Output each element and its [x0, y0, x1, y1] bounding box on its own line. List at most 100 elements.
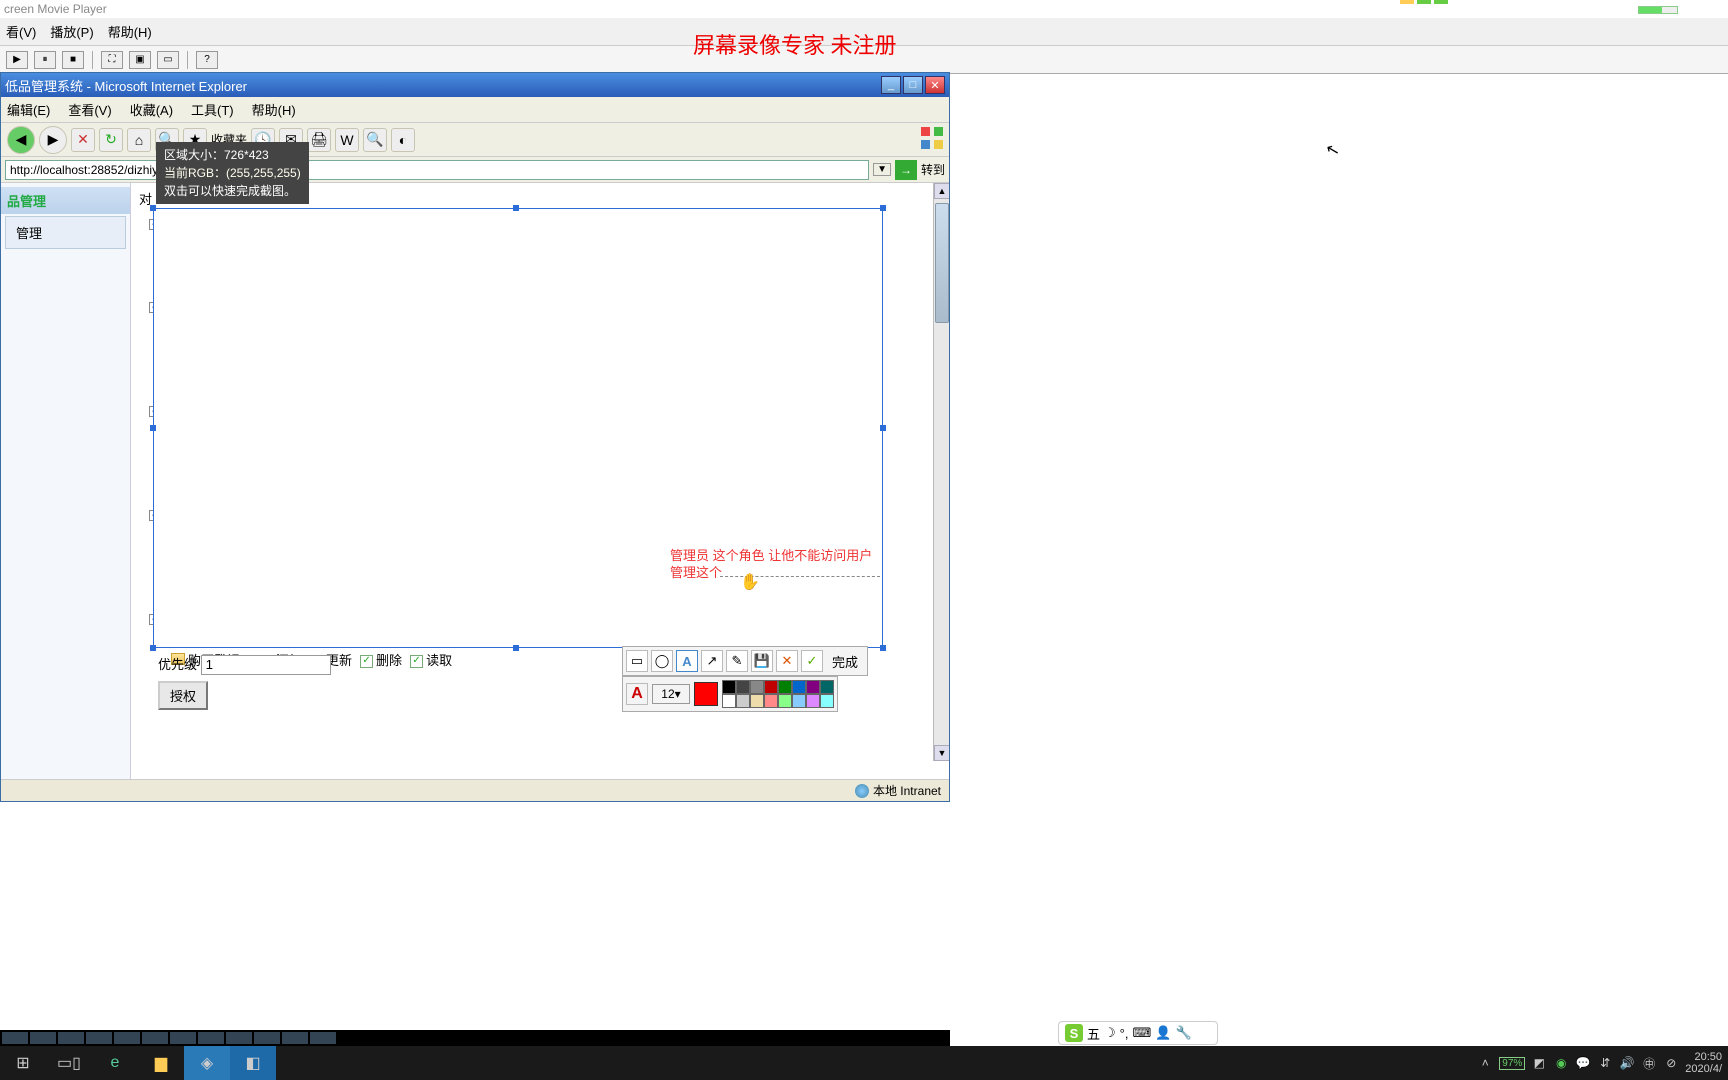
color-swatch[interactable]	[792, 680, 806, 694]
capture-handle[interactable]	[513, 205, 519, 211]
color-swatch[interactable]	[722, 694, 736, 708]
print-icon[interactable]: 🖨	[307, 128, 331, 152]
edge-icon[interactable]: e	[92, 1046, 138, 1080]
grant-button[interactable]: 授权	[158, 681, 208, 710]
explorer-icon[interactable]: ▆	[138, 1046, 184, 1080]
outer-menu-play[interactable]: 播放(P)	[50, 22, 93, 41]
ie-title-text: 低品管理系统 - Microsoft Internet Explorer	[5, 76, 879, 95]
sidebar-item-manage[interactable]: 管理	[5, 216, 126, 249]
color-swatch[interactable]	[806, 694, 820, 708]
app-icon-1[interactable]: ◈	[184, 1046, 230, 1080]
capture-selection-frame[interactable]	[153, 208, 883, 648]
play-icon[interactable]: ▶	[6, 51, 28, 69]
annotation-text[interactable]: 管理员 这个角色 让他不能访问用户管理这个	[670, 548, 880, 582]
capture-handle[interactable]	[150, 645, 156, 651]
zoom-icon[interactable]: 🔍	[363, 128, 387, 152]
start-button[interactable]: ⊞	[0, 1046, 46, 1080]
actual-icon[interactable]: ▣	[129, 51, 151, 69]
battery-icon[interactable]: 97%	[1499, 1057, 1525, 1070]
ime-widget[interactable]: S 五 ☽ °, ⌨ 👤 🔧	[1058, 1021, 1218, 1045]
capture-handle[interactable]	[150, 425, 156, 431]
help-icon[interactable]: ?	[196, 51, 218, 69]
stop-nav-icon[interactable]: ✕	[71, 128, 95, 152]
color-swatch[interactable]	[764, 694, 778, 708]
color-swatch[interactable]	[736, 680, 750, 694]
perm-checkbox[interactable]	[360, 655, 373, 668]
tray-chevron-icon[interactable]: ˄	[1477, 1055, 1493, 1071]
vertical-scrollbar[interactable]: ▲ ▼	[933, 183, 949, 761]
ie-menu-fav[interactable]: 收藏(A)	[130, 100, 173, 119]
priority-input[interactable]	[201, 655, 331, 675]
confirm-tool-icon[interactable]: ✓	[801, 650, 823, 672]
go-button-icon[interactable]: →	[895, 160, 917, 180]
perm-checkbox[interactable]	[410, 655, 423, 668]
color-swatch[interactable]	[778, 680, 792, 694]
scroll-down-icon[interactable]: ▼	[934, 745, 949, 761]
color-swatch[interactable]	[820, 694, 834, 708]
capture-handle[interactable]	[880, 645, 886, 651]
capture-handle[interactable]	[880, 205, 886, 211]
scroll-thumb[interactable]	[935, 203, 949, 323]
pen-tool-icon[interactable]: ✎	[726, 650, 748, 672]
capture-handle[interactable]	[880, 425, 886, 431]
wifi-icon[interactable]: ⇵	[1597, 1055, 1613, 1071]
fit-icon[interactable]: ⛶	[101, 51, 123, 69]
tooltip-rgb: 当前RGB：(255,255,255)	[164, 164, 301, 182]
done-button[interactable]: 完成	[826, 652, 864, 671]
lang-icon[interactable]: ㊥	[1641, 1055, 1657, 1071]
window-icon[interactable]: ▭	[157, 51, 179, 69]
ie-menu-tools[interactable]: 工具(T)	[191, 100, 234, 119]
address-dropdown-icon[interactable]: ▼	[873, 163, 891, 176]
outer-menu-view[interactable]: 看(V)	[6, 22, 36, 41]
close-button[interactable]: ✕	[925, 76, 945, 94]
home-icon[interactable]: ⌂	[127, 128, 151, 152]
capture-handle[interactable]	[150, 205, 156, 211]
address-input[interactable]	[5, 160, 869, 180]
maximize-button[interactable]: □	[903, 76, 923, 94]
color-swatch[interactable]	[736, 694, 750, 708]
traffic-lights-icon	[1400, 0, 1448, 4]
color-swatch[interactable]	[806, 680, 820, 694]
pause-icon[interactable]: ⏸	[34, 51, 56, 69]
capture-handle[interactable]	[513, 645, 519, 651]
ellipse-tool-icon[interactable]: ◯	[651, 650, 673, 672]
go-label[interactable]: 转到	[921, 161, 945, 178]
color-swatch[interactable]	[792, 694, 806, 708]
color-swatch[interactable]	[750, 680, 764, 694]
edit-icon[interactable]: W	[335, 128, 359, 152]
ime-mode-label: 五	[1087, 1024, 1100, 1043]
font-indicator-icon[interactable]: A	[626, 683, 648, 705]
color-swatch[interactable]	[722, 680, 736, 694]
volume-icon[interactable]: 🔊	[1619, 1055, 1635, 1071]
ie-menu-help[interactable]: 帮助(H)	[252, 100, 296, 119]
taskview-icon[interactable]: ▭▯	[46, 1046, 92, 1080]
ie-menu-edit[interactable]: 编辑(E)	[7, 100, 50, 119]
ime-moon-icon: ☽	[1104, 1025, 1116, 1041]
text-tool-icon[interactable]: A	[676, 650, 698, 672]
app-icon-2[interactable]: ◧	[230, 1046, 276, 1080]
refresh-icon[interactable]: ↻	[99, 128, 123, 152]
forward-icon[interactable]: ▶	[39, 126, 67, 154]
save-tool-icon[interactable]: 💾	[751, 650, 773, 672]
clock[interactable]: 20:502020/4/	[1685, 1051, 1722, 1075]
font-size-select[interactable]: 12 ▾	[652, 684, 690, 704]
block-icon[interactable]: ⊘	[1663, 1055, 1679, 1071]
tray-app-icon[interactable]: ◩	[1531, 1055, 1547, 1071]
stop-icon[interactable]: ■	[62, 51, 84, 69]
wechat-icon[interactable]: ◉	[1553, 1055, 1569, 1071]
scroll-up-icon[interactable]: ▲	[934, 183, 949, 199]
color-swatch[interactable]	[764, 680, 778, 694]
color-swatch[interactable]	[778, 694, 792, 708]
tray-chat-icon[interactable]: 💬	[1575, 1055, 1591, 1071]
current-color-swatch[interactable]	[694, 682, 718, 706]
color-swatch[interactable]	[750, 694, 764, 708]
discuss-icon[interactable]: ◐	[391, 128, 415, 152]
rect-tool-icon[interactable]: ▭	[626, 650, 648, 672]
color-swatch[interactable]	[820, 680, 834, 694]
arrow-tool-icon[interactable]: ↗	[701, 650, 723, 672]
back-icon[interactable]: ◀	[7, 126, 35, 154]
ie-menu-view[interactable]: 查看(V)	[68, 100, 111, 119]
minimize-button[interactable]: _	[881, 76, 901, 94]
outer-menu-help[interactable]: 帮助(H)	[108, 22, 152, 41]
cancel-tool-icon[interactable]: ✕	[776, 650, 798, 672]
